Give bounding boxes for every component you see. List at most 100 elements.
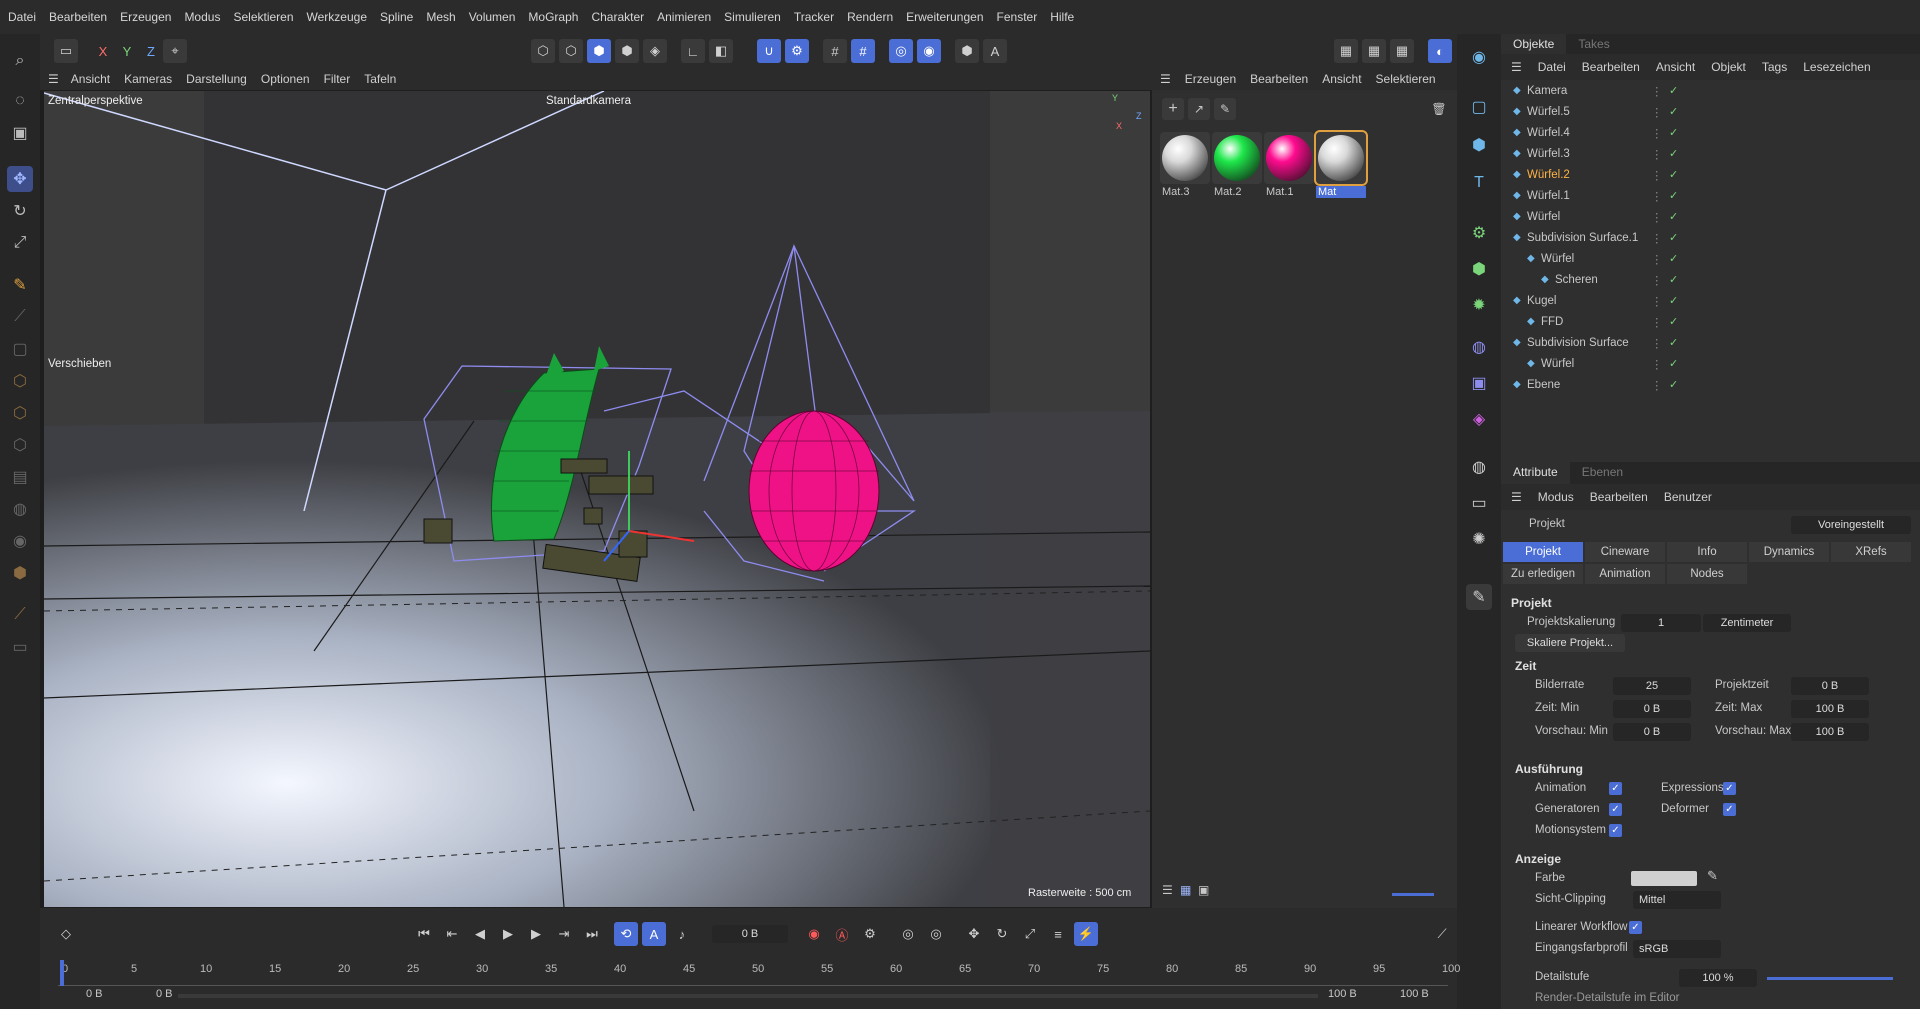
menu-selektieren[interactable]: Selektieren (233, 10, 293, 24)
object-row[interactable]: ◆ Würfel.3 ⋮ ✓ (1501, 143, 1920, 164)
timeline-ruler[interactable]: 0 5 10 15 20 25 30 35 40 45 50 55 60 65 70 75 80 85 90 95 10… (58, 960, 1460, 986)
objects-menu-lesezeichen[interactable]: Lesezeichen (1803, 60, 1870, 74)
vorschaumin-field[interactable]: 0 B (1613, 723, 1691, 741)
object-row[interactable]: ◆ FFD ⋮ ✓ (1501, 311, 1920, 332)
fcurve-icon[interactable]: ⟋ (1430, 922, 1454, 946)
grid-icon[interactable]: # (823, 39, 847, 63)
auto-record-icon[interactable]: Ⓐ (830, 922, 854, 946)
attr-tab-cineware[interactable]: Cineware (1585, 542, 1665, 562)
visibility-dots-icon[interactable]: ⋮ (1651, 273, 1663, 287)
environment-icon[interactable]: ◍ (1466, 454, 1492, 480)
enabled-check-icon[interactable]: ✓ (1669, 231, 1678, 244)
enabled-check-icon[interactable]: ✓ (1669, 126, 1678, 139)
material-menu-bearbeiten[interactable]: Bearbeiten (1250, 72, 1308, 86)
eingang-select[interactable]: sRGB (1633, 940, 1721, 958)
autokey-icon[interactable]: A (642, 922, 666, 946)
menu-mograph[interactable]: MoGraph (528, 10, 578, 24)
attr-tab-projekt[interactable]: Projekt (1503, 542, 1583, 562)
zeitmin-field[interactable]: 0 B (1613, 700, 1691, 718)
menu-modus[interactable]: Modus (184, 10, 220, 24)
next-key-icon[interactable]: ⇥ (552, 922, 576, 946)
play-icon[interactable]: ▶ (496, 922, 520, 946)
solo-icon[interactable]: ◉ (7, 528, 33, 554)
visibility-dots-icon[interactable]: ⋮ (1651, 189, 1663, 203)
scale-project-button[interactable]: Skaliere Projekt... (1515, 634, 1625, 652)
object-row[interactable]: ◆ Würfel ⋮ ✓ (1501, 206, 1920, 227)
cube-icon[interactable]: ⬢ (1466, 132, 1492, 158)
scale-tool-icon[interactable]: ⤢ (7, 230, 33, 256)
material-swatch[interactable]: Mat.1 (1264, 132, 1314, 198)
points-mode-button[interactable]: ⬡ (531, 39, 555, 63)
snap-magnet-icon[interactable]: ∪ (757, 39, 781, 63)
edges-mode-icon[interactable]: ⬡ (7, 432, 33, 458)
sculpt-icon[interactable]: ◍ (7, 496, 33, 522)
enabled-check-icon[interactable]: ✓ (1669, 273, 1678, 286)
expressions-checkbox[interactable]: ✓ (1723, 782, 1736, 795)
deformer-icon[interactable]: ◍ (1466, 334, 1492, 360)
brush-icon[interactable]: ⟋ (7, 602, 33, 628)
hamburger-icon[interactable]: ☰ (1511, 60, 1522, 74)
visibility-dots-icon[interactable]: ⋮ (1651, 84, 1663, 98)
deformer-checkbox[interactable]: ✓ (1723, 803, 1736, 816)
coordinate-system-icon[interactable]: ⌖ (163, 39, 187, 63)
enabled-check-icon[interactable]: ✓ (1669, 252, 1678, 265)
rotation-key-icon[interactable]: ↻ (990, 922, 1014, 946)
eyedropper-icon[interactable]: ✎ (1214, 98, 1236, 120)
enabled-check-icon[interactable]: ✓ (1669, 105, 1678, 118)
trash-icon[interactable]: 🗑 (1428, 98, 1450, 120)
enabled-check-icon[interactable]: ✓ (1669, 168, 1678, 181)
generatoren-checkbox[interactable]: ✓ (1609, 803, 1622, 816)
material-swatch[interactable]: Mat (1314, 130, 1368, 198)
menu-charakter[interactable]: Charakter (591, 10, 644, 24)
workplane-icon[interactable]: ▭ (7, 634, 33, 660)
object-row[interactable]: ◆ Kugel ⋮ ✓ (1501, 290, 1920, 311)
spline-icon[interactable]: ▢ (1466, 94, 1492, 120)
enabled-check-icon[interactable]: ✓ (1669, 336, 1678, 349)
range-slider[interactable] (178, 994, 1318, 998)
uv-mode-icon[interactable]: ▤ (7, 464, 33, 490)
polygon-mode-icon[interactable]: ▢ (7, 336, 33, 362)
object-row[interactable]: ◆ Würfel.2 ⋮ ✓ (1501, 164, 1920, 185)
texture-mode-button[interactable]: ◈ (643, 39, 667, 63)
range-start-field[interactable]: 0 B (86, 988, 103, 1000)
edit-icon[interactable]: ✎ (1466, 584, 1492, 610)
paint-tool-icon[interactable]: ✎ (7, 272, 33, 298)
render-view-icon[interactable]: ◎ (889, 39, 913, 63)
objects-menu-datei[interactable]: Datei (1538, 60, 1566, 74)
search-icon[interactable]: ⌕ (7, 48, 33, 74)
visibility-dots-icon[interactable]: ⋮ (1651, 168, 1663, 182)
attr-tab-zu-erledigen[interactable]: Zu erledigen (1503, 564, 1583, 584)
object-row[interactable]: ◆ Subdivision Surface.1 ⋮ ✓ (1501, 227, 1920, 248)
text-icon[interactable]: A (983, 39, 1007, 63)
large-view-icon[interactable]: ▣ (1198, 883, 1209, 897)
hamburger-icon[interactable]: ☰ (1160, 72, 1171, 86)
viewport-menu-darstellung[interactable]: Darstellung (186, 72, 247, 86)
list-view-icon[interactable]: ☰ (1162, 883, 1173, 897)
sichtclipping-select[interactable]: Mittel (1633, 891, 1721, 909)
viewport[interactable]: Zentralperspektive Standardkamera Versch… (44, 91, 1150, 907)
attr-tab-xrefs[interactable]: XRefs (1831, 542, 1911, 562)
tab-takes[interactable]: Takes (1566, 34, 1621, 54)
object-mode-icon[interactable]: ⬡ (7, 368, 33, 394)
objects-menu-tags[interactable]: Tags (1762, 60, 1787, 74)
workplane-button[interactable]: ◧ (709, 39, 733, 63)
attributes-menu-benutzer[interactable]: Benutzer (1664, 490, 1712, 504)
generator-icon[interactable]: ⚙ (1466, 220, 1492, 246)
viewport-menu-tafeln[interactable]: Tafeln (364, 72, 396, 86)
hamburger-icon[interactable]: ☰ (1511, 490, 1522, 504)
range-start2-field[interactable]: 0 B (156, 988, 173, 1000)
axis-mode-icon[interactable]: ∟ (681, 39, 705, 63)
sound-icon[interactable]: ♪ (670, 922, 694, 946)
effector-icon[interactable]: ✹ (1466, 292, 1492, 318)
add-material-icon[interactable]: + (1162, 98, 1184, 120)
material-menu-selektieren[interactable]: Selektieren (1376, 72, 1436, 86)
keyframe-icon[interactable]: ◇ (54, 922, 78, 946)
objects-menu-bearbeiten[interactable]: Bearbeiten (1582, 60, 1640, 74)
material-menu-erzeugen[interactable]: Erzeugen (1185, 72, 1236, 86)
grid-view-icon[interactable]: ▦ (1180, 883, 1191, 897)
attr-tab-info[interactable]: Info (1667, 542, 1747, 562)
detailstufe-slider[interactable] (1767, 977, 1893, 980)
object-row[interactable]: ◆ Würfel ⋮ ✓ (1501, 248, 1920, 269)
axis-x-button[interactable]: X (91, 39, 115, 63)
knife-tool-icon[interactable]: ⟋ (7, 304, 33, 330)
